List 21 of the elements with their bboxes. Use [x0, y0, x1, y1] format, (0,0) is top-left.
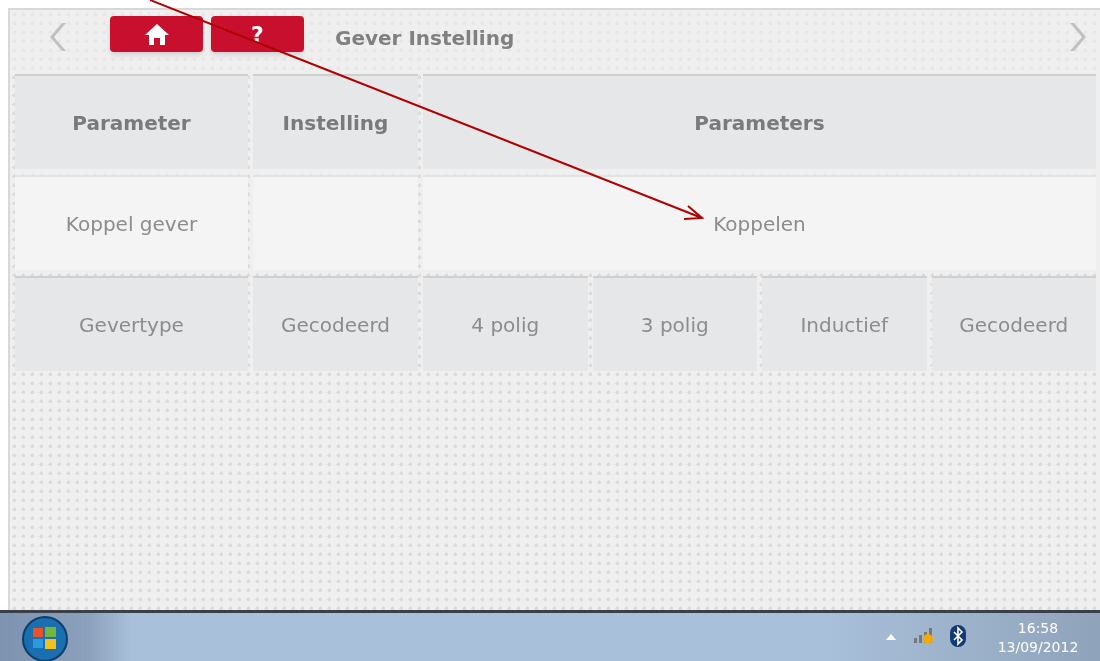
- option-button[interactable]: Inductief: [762, 276, 927, 371]
- parameter-cell: Gevertype: [15, 276, 248, 371]
- column-header: Instelling: [253, 74, 418, 169]
- option-button[interactable]: Gecodeerd: [931, 276, 1096, 371]
- bluetooth-icon[interactable]: [950, 625, 966, 647]
- option-button[interactable]: Koppelen: [423, 175, 1096, 270]
- clock[interactable]: 16:58 13/09/2012: [990, 619, 1086, 657]
- column-header: Parameter: [15, 74, 248, 169]
- show-hidden-icons-icon[interactable]: [886, 634, 896, 640]
- option-button[interactable]: 3 polig: [592, 276, 757, 371]
- home-icon: [143, 22, 170, 46]
- page-title: Gever Instelling: [335, 25, 515, 52]
- parameter-cell: Koppel gever: [15, 175, 248, 270]
- clock-date: 13/09/2012: [997, 638, 1079, 657]
- start-button[interactable]: [21, 616, 69, 661]
- setting-cell: Gecodeerd: [253, 276, 418, 371]
- option-button[interactable]: 4 polig: [423, 276, 588, 371]
- column-header: Parameters: [423, 74, 1096, 169]
- home-button[interactable]: [110, 16, 203, 52]
- clock-time: 16:58: [1017, 619, 1059, 638]
- help-button[interactable]: ?: [211, 16, 304, 52]
